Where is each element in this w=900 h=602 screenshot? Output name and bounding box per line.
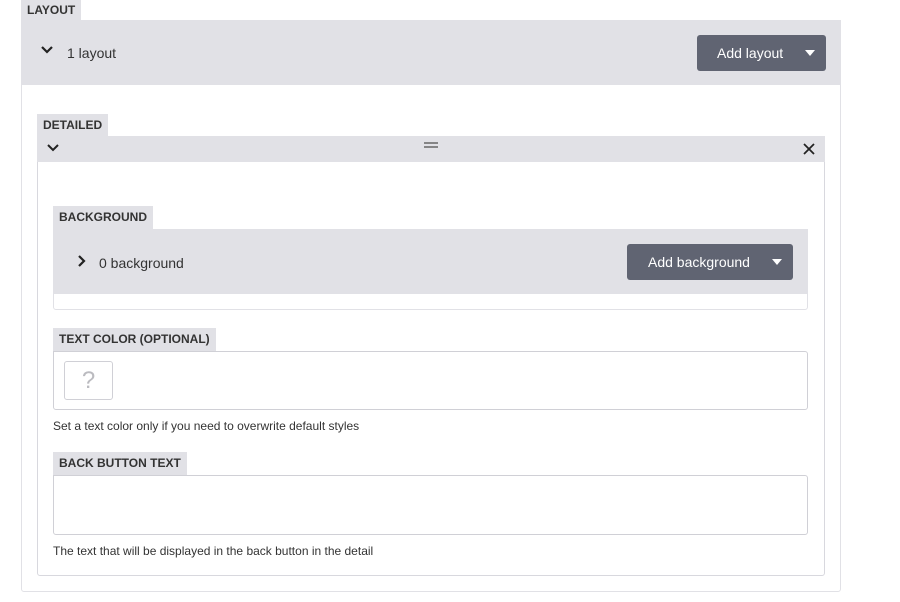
add-layout-button[interactable]: Add layout — [697, 35, 826, 71]
background-count: 0 background — [99, 255, 184, 271]
back-button-text-input[interactable] — [53, 475, 808, 535]
caret-down-icon — [805, 35, 815, 84]
drag-handle[interactable] — [423, 141, 439, 149]
back-button-text-label: BACK BUTTON TEXT — [53, 452, 187, 475]
question-icon: ? — [81, 367, 96, 394]
chevron-right-icon — [78, 255, 86, 267]
remove-layout-button[interactable] — [802, 142, 816, 156]
layout-label: LAYOUT — [21, 0, 82, 20]
text-color-label: TEXT COLOR (OPTIONAL) — [53, 328, 216, 351]
detailed-label: DETAILED — [37, 114, 109, 136]
detailed-collapse-toggle[interactable] — [46, 143, 62, 155]
close-icon — [803, 143, 815, 155]
chevron-down-icon — [47, 144, 59, 152]
layout-count: 1 layout — [67, 45, 117, 61]
text-color-help: Set a text color only if you need to ove… — [53, 419, 360, 433]
chevron-down-icon — [41, 46, 53, 54]
back-button-text-help: The text that will be displayed in the b… — [53, 544, 374, 558]
text-color-swatch[interactable]: ? — [64, 361, 113, 400]
drag-handle-icon — [424, 142, 438, 148]
detailed-header — [37, 136, 825, 162]
layout-collapse-toggle[interactable] — [40, 45, 56, 57]
background-expand-toggle[interactable] — [77, 254, 87, 268]
text-color-field — [53, 351, 808, 410]
background-label: BACKGROUND — [53, 206, 153, 229]
caret-down-icon — [772, 244, 782, 293]
add-background-button[interactable]: Add background — [627, 244, 793, 280]
